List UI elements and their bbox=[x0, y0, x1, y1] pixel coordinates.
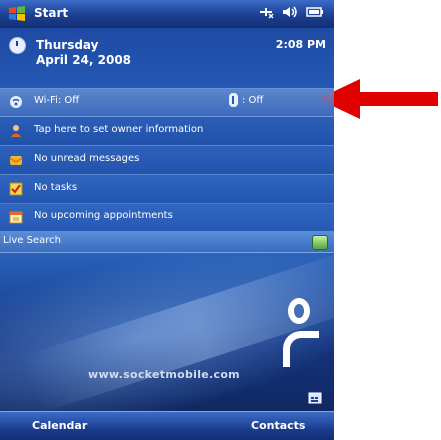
bluetooth-status-label: : Off bbox=[242, 95, 264, 106]
status-tray bbox=[258, 5, 324, 19]
owner-info-row[interactable]: Tap here to set owner information bbox=[0, 117, 334, 146]
annotation-arrow-icon bbox=[318, 79, 441, 119]
calendar-icon bbox=[9, 211, 23, 224]
socket-logo-arc-shape bbox=[283, 331, 319, 367]
calendar-softkey[interactable]: Calendar bbox=[32, 419, 87, 432]
messages-row[interactable]: No unread messages bbox=[0, 146, 334, 175]
wifi-status-row[interactable]: Wi-Fi: Off : Off bbox=[0, 88, 334, 117]
connectivity-icon[interactable] bbox=[258, 5, 274, 19]
title-bar: Start bbox=[0, 0, 334, 29]
wifi-icon bbox=[10, 96, 22, 108]
clock-icon bbox=[9, 37, 26, 54]
softkey-bar: Calendar Contacts bbox=[0, 411, 334, 440]
time-label[interactable]: 2:08 PM bbox=[276, 38, 326, 51]
day-label: Thursday bbox=[36, 38, 99, 52]
search-go-icon[interactable] bbox=[312, 235, 328, 250]
messages-label: No unread messages bbox=[34, 153, 140, 164]
appointments-row[interactable]: No upcoming appointments bbox=[0, 203, 334, 232]
contacts-softkey[interactable]: Contacts bbox=[251, 419, 305, 432]
input-panel-icon[interactable] bbox=[308, 391, 322, 405]
start-menu-button[interactable]: Start bbox=[34, 6, 68, 20]
socket-logo-o-shape bbox=[288, 298, 310, 324]
tasks-label: No tasks bbox=[34, 182, 78, 193]
date-label: April 24, 2008 bbox=[36, 53, 132, 67]
pocketpc-screen: Start Thursday April 24, 2008 2:08 PM Wi… bbox=[0, 0, 334, 440]
tasks-row[interactable]: No tasks bbox=[0, 175, 334, 204]
messages-icon bbox=[9, 156, 23, 165]
bluetooth-status[interactable]: : Off bbox=[229, 93, 263, 107]
live-search-label: Live Search bbox=[3, 235, 61, 246]
appointments-label: No upcoming appointments bbox=[34, 210, 173, 221]
website-text: www.socketmobile.com bbox=[88, 368, 240, 381]
owner-icon bbox=[11, 125, 21, 137]
battery-icon[interactable] bbox=[306, 6, 324, 18]
volume-icon[interactable] bbox=[282, 5, 298, 19]
owner-info-label: Tap here to set owner information bbox=[34, 124, 204, 135]
live-search-bar[interactable]: Live Search bbox=[0, 231, 334, 253]
date-time-panel[interactable]: Thursday April 24, 2008 2:08 PM bbox=[0, 28, 334, 89]
windows-start-icon[interactable] bbox=[8, 5, 26, 23]
bluetooth-icon bbox=[229, 93, 238, 107]
wifi-status-label: Wi-Fi: Off bbox=[34, 95, 80, 106]
tasks-icon bbox=[9, 182, 23, 196]
arrow-shaft-shape bbox=[358, 92, 438, 106]
